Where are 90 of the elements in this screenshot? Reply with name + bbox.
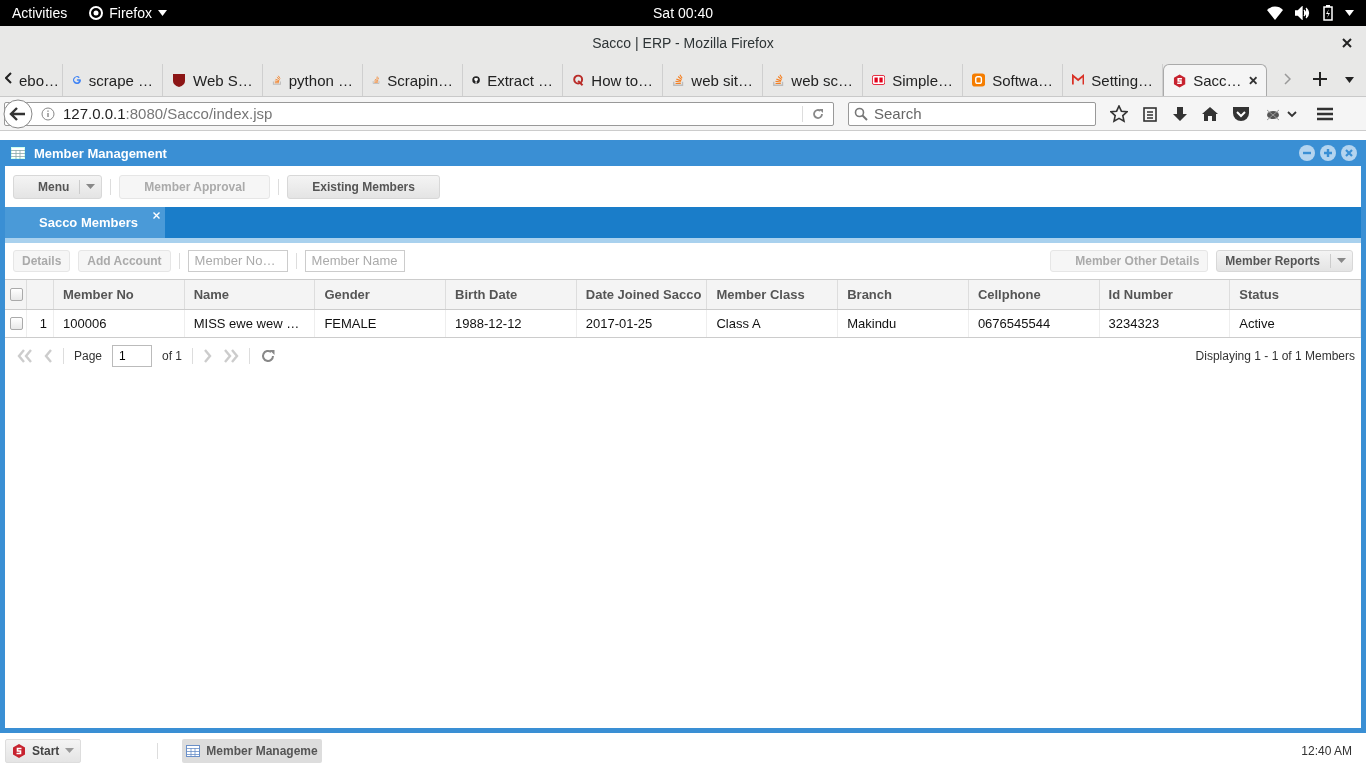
browser-tab[interactable]: Softwa…: [963, 64, 1063, 96]
toolbar-button[interactable]: Existing Members: [287, 174, 440, 199]
checkbox[interactable]: [10, 288, 23, 301]
list-icon[interactable]: [1142, 105, 1158, 122]
table-cell: FEMALE: [315, 310, 447, 337]
page-count: of 1: [162, 349, 183, 363]
download-icon[interactable]: [1172, 105, 1188, 122]
close-icon[interactable]: [1248, 76, 1257, 85]
chevron-left-icon[interactable]: [5, 72, 13, 84]
clock[interactable]: Sat 00:40: [653, 5, 713, 21]
caret-icon: [158, 10, 168, 16]
page-field[interactable]: 1: [112, 345, 153, 367]
table-cell: Makindu: [838, 310, 969, 337]
refresh-icon[interactable]: [260, 348, 277, 364]
caret-icon: [86, 184, 96, 189]
caret-icon[interactable]: [1345, 10, 1354, 16]
table-cell: 100006: [54, 310, 185, 337]
reload-icon[interactable]: [811, 106, 825, 121]
column-header[interactable]: Date Joined Sacco: [576, 280, 708, 309]
quora-icon: [572, 73, 585, 87]
menu-icon[interactable]: [1316, 105, 1334, 122]
speaker-icon[interactable]: [1295, 6, 1311, 20]
caret-icon: [65, 748, 75, 753]
browser-tab[interactable]: web sit…: [663, 64, 763, 96]
browser-tab[interactable]: scrape …: [63, 64, 163, 96]
paging-status: Displaying 1 - 1 of 1 Members: [1195, 349, 1355, 363]
table-cell: 3234323: [1099, 310, 1231, 337]
activities-button[interactable]: Activities: [12, 5, 68, 21]
mail-icon: [1072, 74, 1085, 86]
row-number: 1: [27, 310, 54, 337]
column-header[interactable]: Member No: [54, 280, 185, 309]
stack-icon: [272, 73, 282, 87]
taskbar-item[interactable]: Member Manageme: [182, 738, 322, 763]
column-header[interactable]: Status: [1230, 280, 1361, 309]
browser-tab[interactable]: ebo…: [17, 64, 63, 96]
close-icon[interactable]: [1342, 38, 1352, 48]
hexagon-icon: [12, 743, 26, 758]
home-icon[interactable]: [1202, 105, 1218, 122]
hexagon-icon: [1173, 73, 1187, 88]
start-button[interactable]: Start: [5, 738, 82, 763]
battery-icon[interactable]: [1323, 5, 1333, 21]
stack-icon: [772, 73, 785, 87]
plus-icon[interactable]: [1313, 72, 1327, 86]
checkbox[interactable]: [10, 317, 23, 330]
column-header[interactable]: Id Number: [1099, 280, 1231, 309]
page-label: Page: [74, 349, 103, 363]
browser-tab[interactable]: Simple…: [863, 64, 963, 96]
window-title: Sacco | ERP - Mozilla Firefox: [592, 35, 774, 51]
browser-tab[interactable]: How to…: [563, 64, 663, 96]
column-header[interactable]: Birth Date: [446, 280, 577, 309]
column-header[interactable]: Branch: [838, 280, 969, 309]
address-bar[interactable]: 127.0.0.1:8080/Sacco/index.jsp: [4, 101, 834, 126]
browser-tab[interactable]: Extract …: [463, 64, 563, 96]
pocket-icon[interactable]: [1232, 105, 1250, 122]
menu-button[interactable]: Menu: [13, 174, 103, 199]
stack-icon: [672, 73, 685, 87]
wifi-icon[interactable]: [1267, 6, 1283, 20]
column-header[interactable]: Member Class: [707, 280, 839, 309]
star-icon[interactable]: [1110, 104, 1128, 123]
table-cell: 2017-01-25: [576, 310, 708, 337]
table-cell: Class A: [707, 310, 839, 337]
url-path: :8080/Sacco/index.jsp: [125, 105, 273, 122]
shield-icon: [172, 73, 186, 87]
browser-tab[interactable]: Scrapin…: [363, 64, 463, 96]
table-cell: MISS ewe wew …: [184, 310, 316, 337]
filter-field[interactable]: Member No…: [187, 249, 288, 272]
column-header[interactable]: Name: [184, 280, 316, 309]
column-header[interactable]: Gender: [315, 280, 447, 309]
table-cell: 1988-12-12: [446, 310, 577, 337]
table-cell: Active: [1230, 310, 1361, 337]
table-icon: [186, 744, 201, 757]
clock: 12:40 AM: [1301, 743, 1352, 758]
browser-tab[interactable]: Web S…: [163, 64, 263, 96]
filter-field[interactable]: Member Name: [304, 249, 405, 272]
caret-icon: [1337, 258, 1346, 263]
browser-tab[interactable]: web sc…: [763, 64, 863, 96]
url-host: 127.0.0.1: [63, 105, 126, 122]
info-icon[interactable]: [41, 106, 55, 121]
table-cell: 0676545544: [968, 310, 1100, 337]
table-icon: [11, 147, 25, 159]
menu-button[interactable]: Member Reports: [1216, 249, 1353, 272]
search-field[interactable]: Search: [848, 101, 1096, 126]
app-menu[interactable]: Firefox: [89, 5, 168, 21]
browser-tab[interactable]: python …: [263, 64, 363, 96]
caret-icon[interactable]: [1345, 77, 1354, 83]
column-header[interactable]: Cellphone: [968, 280, 1100, 309]
google-icon: [72, 73, 82, 87]
window-title: Member Management: [34, 145, 167, 161]
browser-tab[interactable]: Sacc…: [1163, 64, 1267, 96]
stack-icon: [372, 73, 381, 87]
